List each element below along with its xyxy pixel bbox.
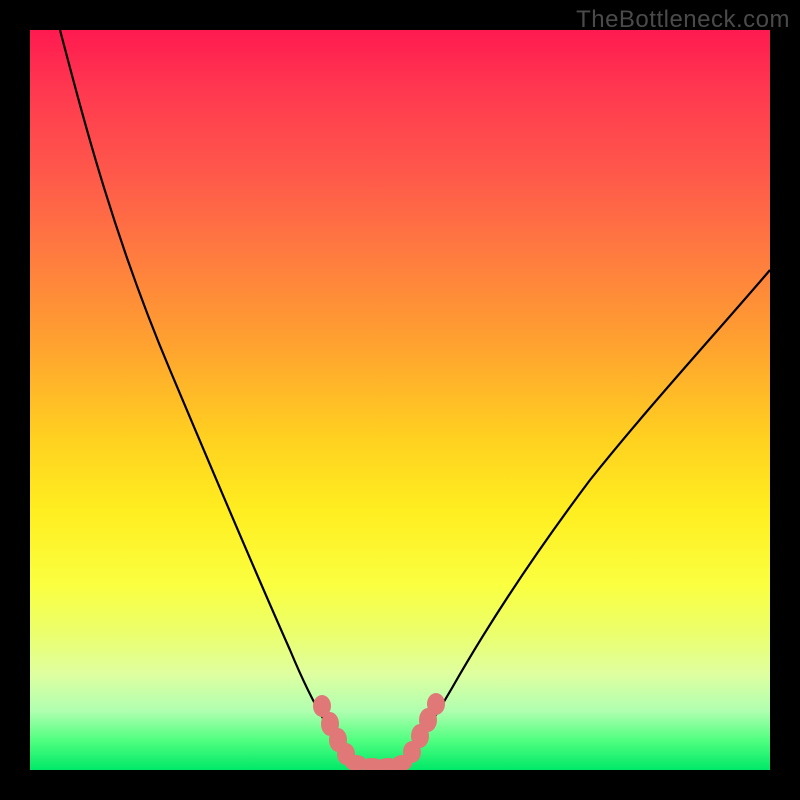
chart-frame bbox=[30, 30, 770, 770]
blob-dot bbox=[427, 693, 445, 715]
right-blob-group bbox=[392, 693, 445, 770]
left-curve bbox=[60, 30, 360, 768]
chart-svg bbox=[30, 30, 770, 770]
right-curve bbox=[400, 270, 770, 768]
left-blob-group bbox=[313, 695, 400, 770]
